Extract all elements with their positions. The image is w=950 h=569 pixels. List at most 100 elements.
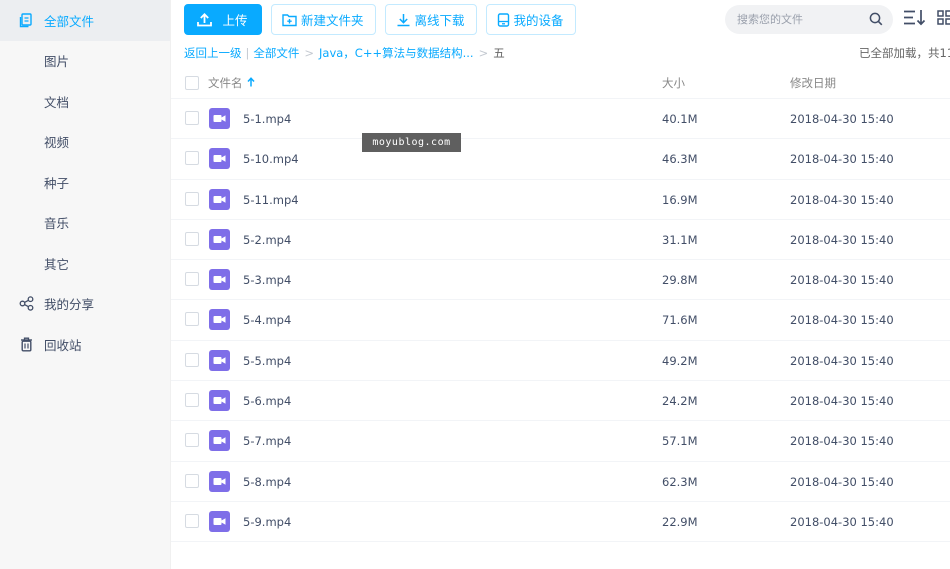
breadcrumb-item-all-files[interactable]: 全部文件 [253, 45, 299, 61]
select-all-checkbox[interactable] [185, 76, 199, 90]
video-file-icon [209, 390, 230, 414]
sidebar-item-images[interactable]: 图片 [0, 41, 170, 82]
file-size: 16.9M [662, 192, 698, 207]
file-size: 71.6M [662, 313, 698, 328]
file-date: 2018-04-30 15:40 [790, 353, 894, 368]
file-name[interactable]: 5-5.mp4 [243, 354, 291, 368]
file-name[interactable]: 5-2.mp4 [243, 233, 291, 247]
sidebar-item-label: 其它 [44, 256, 70, 272]
file-name[interactable]: 5-10.mp4 [243, 152, 299, 166]
my-devices-button[interactable]: 我的设备 [485, 4, 576, 35]
row-checkbox[interactable] [185, 272, 199, 287]
trash-icon [18, 336, 34, 352]
file-size: 46.3M [662, 152, 698, 167]
device-icon [497, 12, 510, 27]
sidebar-item-label: 视频 [44, 135, 70, 151]
sidebar-item-my-shares[interactable]: 我的分享 [0, 284, 170, 325]
new-folder-button[interactable]: 新建文件夹 [271, 4, 376, 35]
table-row[interactable]: 5-6.mp4 24.2M 2018-04-30 15:40 [171, 381, 950, 422]
file-size: 62.3M [662, 474, 698, 489]
search-box [725, 5, 893, 34]
new-folder-label: 新建文件夹 [301, 13, 364, 28]
file-name[interactable]: 5-1.mp4 [243, 112, 291, 126]
grid-view-icon[interactable] [937, 10, 950, 28]
table-row[interactable]: 5-2.mp4 31.1M 2018-04-30 15:40 [171, 220, 950, 261]
sidebar-item-recycle-bin[interactable]: 回收站 [0, 324, 170, 365]
offline-download-button[interactable]: 离线下载 [384, 4, 477, 35]
sidebar-item-other[interactable]: 其它 [0, 243, 170, 284]
my-devices-label: 我的设备 [513, 13, 564, 28]
video-file-icon [209, 269, 230, 293]
file-name[interactable]: 5-4.mp4 [243, 313, 291, 327]
sidebar-item-videos[interactable]: 视频 [0, 122, 170, 163]
search-icon[interactable] [869, 12, 883, 29]
table-row[interactable]: 5-3.mp4 29.8M 2018-04-30 15:40 [171, 260, 950, 301]
sort-arrow-up-icon [246, 76, 255, 90]
video-file-icon [209, 430, 230, 454]
back-link[interactable]: 返回上一级 [184, 45, 242, 61]
file-date: 2018-04-30 15:40 [790, 232, 894, 247]
row-checkbox[interactable] [185, 191, 199, 206]
sidebar-item-label: 种子 [44, 175, 70, 191]
row-checkbox[interactable] [185, 393, 199, 408]
table-row[interactable]: 5-7.mp4 57.1M 2018-04-30 15:40 [171, 421, 950, 462]
column-header-name[interactable]: 文件名 [208, 75, 255, 91]
sidebar-item-documents[interactable]: 文档 [0, 81, 170, 122]
table-row[interactable]: 5-4.mp4 71.6M 2018-04-30 15:40 [171, 300, 950, 341]
file-size: 29.8M [662, 273, 698, 288]
row-checkbox[interactable] [185, 111, 199, 125]
breadcrumb: 返回上一级 | 全部文件 > Java，C++算法与数据结构... > 五 [184, 45, 505, 61]
file-date: 2018-04-30 15:40 [790, 192, 894, 207]
table-row[interactable]: 5-1.mp4 40.1M 2018-04-30 15:40 [171, 99, 950, 140]
file-name[interactable]: 5-9.mp4 [243, 515, 291, 529]
breadcrumb-separator: > [478, 46, 489, 60]
file-name[interactable]: 5-7.mp4 [243, 434, 291, 448]
sidebar-item-torrents[interactable]: 种子 [0, 162, 170, 203]
row-checkbox[interactable] [185, 352, 199, 367]
upload-button[interactable]: 上传 [184, 4, 262, 35]
row-checkbox[interactable] [185, 231, 199, 246]
column-header-date[interactable]: 修改日期 [790, 75, 836, 91]
row-checkbox[interactable] [185, 473, 199, 488]
toolbar: 上传 新建文件夹 离线下载 我的设备 [184, 4, 576, 35]
file-name[interactable]: 5-3.mp4 [243, 273, 291, 287]
watermark: moyublog.com [362, 133, 461, 152]
file-size: 24.2M [662, 394, 698, 409]
sidebar-item-all-files[interactable]: 全部文件 [0, 0, 170, 41]
upload-icon [197, 12, 213, 27]
breadcrumb-item-folder[interactable]: Java，C++算法与数据结构... [319, 45, 474, 61]
sidebar-item-label: 全部文件 [44, 13, 95, 29]
file-date: 2018-04-30 15:40 [790, 273, 894, 288]
sort-icon[interactable] [903, 9, 926, 29]
sidebar-item-label: 图片 [44, 54, 70, 70]
row-checkbox[interactable] [185, 513, 199, 528]
video-file-icon [209, 510, 230, 535]
file-date: 2018-04-30 15:40 [790, 394, 894, 409]
sidebar-item-music[interactable]: 音乐 [0, 203, 170, 244]
sidebar: 全部文件 图片 文档 视频 种子 音乐 其它 我的分享 回收站 [0, 0, 171, 569]
file-size: 31.1M [662, 232, 698, 247]
row-checkbox[interactable] [185, 433, 199, 448]
file-date: 2018-04-30 15:40 [790, 514, 894, 529]
table-row[interactable]: 5-8.mp4 62.3M 2018-04-30 15:40 [171, 462, 950, 502]
video-file-icon [209, 108, 230, 132]
file-size: 49.2M [662, 353, 698, 368]
search-input[interactable] [737, 13, 865, 26]
file-size: 57.1M [662, 434, 698, 449]
file-name[interactable]: 5-11.mp4 [243, 193, 299, 207]
download-icon [396, 13, 411, 27]
upload-label: 上传 [222, 13, 248, 28]
file-name[interactable]: 5-6.mp4 [243, 394, 291, 408]
row-checkbox[interactable] [185, 151, 199, 166]
table-row[interactable]: 5-9.mp4 22.9M 2018-04-30 15:40 [171, 502, 950, 543]
file-date: 2018-04-30 15:40 [790, 434, 894, 449]
video-file-icon [209, 309, 230, 333]
file-name[interactable]: 5-8.mp4 [243, 475, 291, 489]
column-header-size[interactable]: 大小 [662, 75, 685, 91]
column-name-label: 文件名 [208, 76, 243, 90]
table-row[interactable]: 5-10.mp4 46.3M 2018-04-30 15:40 [171, 139, 950, 180]
loaded-status: 已全部加载，共11个 [859, 46, 950, 60]
table-row[interactable]: 5-11.mp4 16.9M 2018-04-30 15:40 [171, 180, 950, 220]
table-row[interactable]: 5-5.mp4 49.2M 2018-04-30 15:40 [171, 341, 950, 382]
row-checkbox[interactable] [185, 312, 199, 327]
